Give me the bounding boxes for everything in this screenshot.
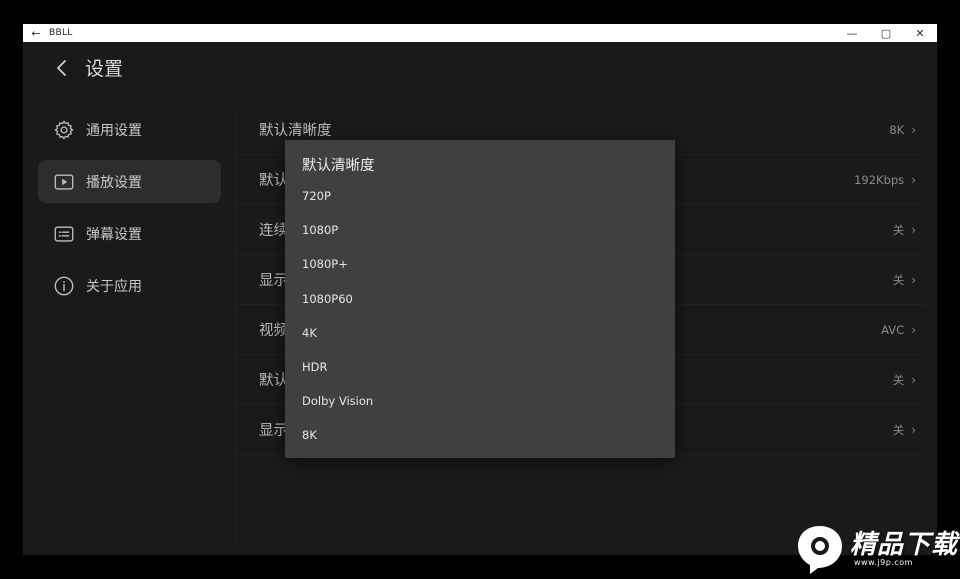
page-title: 设置 (85, 58, 124, 80)
danmaku-icon (53, 223, 75, 245)
dialog-title: 默认清晰度 (302, 158, 375, 174)
row-label: 默认 (259, 173, 288, 189)
quality-option[interactable]: 720P (285, 179, 675, 213)
sidebar-item-label: 播放设置 (86, 174, 142, 191)
row-value: 关 (892, 372, 905, 387)
sidebar-item-label: 关于应用 (86, 278, 142, 295)
row-label: 显示 (259, 273, 288, 289)
row-value: 关 (892, 222, 905, 237)
page-header: 设置 (53, 54, 123, 81)
quality-option[interactable]: 4K (285, 316, 675, 350)
window-title: BBLL (49, 28, 73, 38)
info-icon (53, 275, 75, 297)
chevron-right-icon: › (911, 422, 916, 437)
row-label: 视频 (259, 323, 288, 339)
row-value: 关 (892, 422, 905, 437)
settings-sidebar: 通用设置 播放设置 弹幕设置 关于应用 (38, 108, 221, 316)
back-icon[interactable] (53, 57, 71, 79)
sidebar-item-about[interactable]: 关于应用 (38, 264, 221, 307)
row-value: 192Kbps (854, 172, 905, 187)
close-button[interactable]: ✕ (903, 24, 937, 42)
chevron-right-icon: › (911, 172, 916, 187)
quality-option[interactable]: 8K (285, 418, 675, 452)
row-label: 默认 (259, 373, 288, 389)
watermark-url: www.j9p.com (854, 558, 913, 567)
chevron-right-icon: › (911, 122, 916, 137)
window-controls: — ▢ ✕ (835, 24, 937, 42)
quality-option[interactable]: 1080P60 (285, 282, 675, 316)
chevron-right-icon: › (911, 372, 916, 387)
play-icon (53, 171, 75, 193)
sidebar-item-playback[interactable]: 播放设置 (38, 160, 221, 203)
quality-option[interactable]: Dolby Vision (285, 384, 675, 418)
watermark: 精品下载 www.j9p.com (792, 520, 960, 578)
chevron-right-icon: › (911, 272, 916, 287)
quality-option[interactable]: 1080P+ (285, 247, 675, 281)
row-label: 默认清晰度 (259, 123, 332, 139)
quality-options: 720P 1080P 1080P+ 1080P60 4K HDR Dolby V… (285, 179, 675, 453)
maximize-button[interactable]: ▢ (869, 24, 903, 42)
sidebar-item-general[interactable]: 通用设置 (38, 108, 221, 151)
row-value: 8K (889, 122, 905, 137)
row-value: AVC (881, 322, 905, 337)
watermark-logo-icon (798, 526, 842, 574)
watermark-text: 精品下载 (850, 530, 959, 560)
quality-option[interactable]: 1080P (285, 213, 675, 247)
titlebar-back-icon[interactable]: ← (27, 24, 45, 42)
quality-dialog: 默认清晰度 720P 1080P 1080P+ 1080P60 4K HDR D… (285, 140, 675, 458)
minimize-button[interactable]: — (835, 24, 869, 42)
sidebar-item-label: 弹幕设置 (86, 226, 142, 243)
gear-icon (53, 119, 75, 141)
chevron-right-icon: › (911, 222, 916, 237)
chevron-right-icon: › (911, 322, 916, 337)
sidebar-item-label: 通用设置 (86, 122, 142, 139)
row-value: 关 (892, 272, 905, 287)
window-titlebar: ← BBLL — ▢ ✕ (23, 24, 937, 42)
row-label: 连续 (259, 223, 288, 239)
quality-option[interactable]: HDR (285, 350, 675, 384)
sidebar-item-danmaku[interactable]: 弹幕设置 (38, 212, 221, 255)
row-label: 显示 (259, 423, 288, 439)
